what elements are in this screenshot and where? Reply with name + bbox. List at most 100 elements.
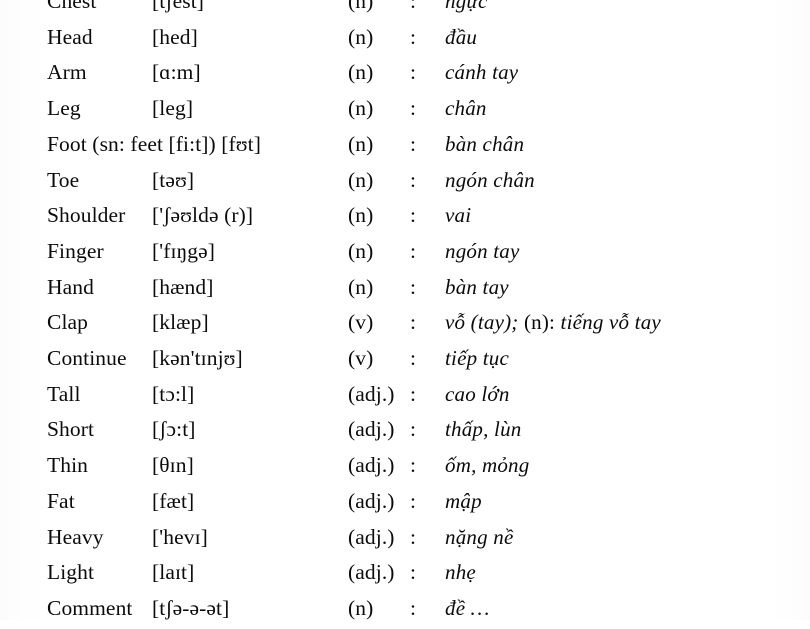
entry-translation: vỗ (tay); (n): tiếng vỗ tay — [445, 307, 661, 337]
entry-separator: : — [410, 167, 417, 192]
entry-separator: : — [410, 310, 417, 335]
entry-translation: bàn chân — [445, 131, 525, 156]
entry-word: Head — [47, 24, 93, 49]
entry-word: Shoulder — [47, 203, 126, 228]
entry-word: Tall — [47, 381, 81, 406]
entry-pronunciation: [ʃɔ:t] — [152, 417, 196, 442]
vocabulary-row: Shoulder ['ʃəʊldə (r)] (n): vai — [0, 200, 810, 236]
translation-italic-run: vỗ (tay); — [445, 310, 524, 335]
entry-word: Comment — [47, 595, 133, 620]
entry-word: Hand — [47, 274, 94, 299]
entry-pronunciation: [θɪn] — [152, 453, 194, 478]
entry-separator: : — [410, 417, 417, 442]
entry-pronunciation: [hænd] — [152, 274, 214, 299]
vocabulary-row: Hand [hænd] (n): bàn tay — [0, 272, 810, 308]
entry-word: Fat — [47, 488, 75, 513]
entry-word: Short — [47, 417, 95, 442]
entry-word: Leg — [47, 96, 81, 121]
vocabulary-row: Light [laɪt] (adj.): nhẹ — [0, 557, 810, 593]
entry-part-of-speech: (n) — [348, 24, 374, 49]
entry-separator: : — [410, 96, 417, 121]
entry-word: Chest — [47, 0, 97, 13]
entry-word: Thin — [47, 453, 89, 478]
entry-pronunciation: [tʃest] — [152, 0, 205, 13]
entry-separator: : — [410, 453, 417, 478]
vocabulary-row: Leg [leg] (n): chân — [0, 93, 810, 129]
entry-separator: : — [410, 0, 417, 13]
entry-translation: nặng nề — [445, 524, 514, 549]
entry-separator: : — [410, 60, 417, 85]
entry-pronunciation: [ɑ:m] — [152, 60, 201, 85]
entry-translation: ngón chân — [445, 167, 535, 192]
entry-word: Light — [47, 560, 95, 585]
entry-translation: cao lớn — [445, 381, 510, 406]
entry-word: Arm — [47, 60, 87, 85]
entry-part-of-speech: (adj.) — [348, 453, 395, 478]
entry-separator: : — [410, 524, 417, 549]
entry-word: Foot (sn: feet [fi:t]) [fʊt] — [47, 131, 262, 156]
vocabulary-row: Head [hed] (n): đầu — [0, 22, 810, 58]
vocabulary-row: Heavy ['hevɪ] (adj.): nặng nề — [0, 522, 810, 558]
entry-word: Heavy — [47, 524, 104, 549]
entry-part-of-speech: (n) — [348, 595, 374, 620]
entry-separator: : — [410, 595, 417, 620]
vocabulary-row: Thin [θɪn] (adj.): ốm, mỏng — [0, 450, 810, 486]
vocabulary-row: Tall [tɔ:l] (adj.): cao lớn — [0, 379, 810, 415]
entry-pronunciation: [təʊ] — [152, 167, 195, 192]
vocabulary-row: Continue [kən'tɪnjʊ] (v): tiếp tục — [0, 343, 810, 379]
entry-separator: : — [410, 381, 417, 406]
entry-translation: ngực — [445, 0, 488, 13]
entry-separator: : — [410, 24, 417, 49]
entry-part-of-speech: (n) — [348, 238, 374, 263]
vocabulary-row: Chest [tʃest] (n): ngực — [0, 0, 810, 22]
vocabulary-row: Fat [fæt] (adj.): mập — [0, 486, 810, 522]
entry-pronunciation: [tɔ:l] — [152, 381, 195, 406]
entry-part-of-speech: (n) — [348, 0, 374, 13]
vocabulary-row: Foot (sn: feet [fi:t]) [fʊt] (n): bàn chân — [0, 129, 810, 165]
entry-part-of-speech: (n) — [348, 60, 374, 85]
entry-separator: : — [410, 488, 417, 513]
entry-part-of-speech: (adj.) — [348, 488, 395, 513]
entry-pronunciation: ['hevɪ] — [152, 524, 208, 549]
vocabulary-row: Short [ʃɔ:t] (adj.): thấp, lùn — [0, 414, 810, 450]
entry-translation: chân — [445, 96, 487, 121]
entry-translation: cánh tay — [445, 60, 519, 85]
entry-separator: : — [410, 346, 417, 370]
vocabulary-row: Arm [ɑ:m] (n): cánh tay — [0, 57, 810, 93]
vocabulary-row: Finger ['fɪŋgə] (n): ngón tay — [0, 236, 810, 272]
entry-translation: tiếp tục — [445, 346, 509, 370]
entry-part-of-speech: (adj.) — [348, 381, 395, 406]
entry-pronunciation: [klæp] — [152, 310, 209, 335]
entry-translation: vai — [445, 203, 472, 228]
entry-word: Continue — [47, 346, 127, 370]
entry-pronunciation: [fæt] — [152, 488, 195, 513]
entry-separator: : — [410, 560, 417, 585]
entry-part-of-speech: (adj.) — [348, 417, 395, 442]
entry-part-of-speech: (n) — [348, 96, 374, 121]
entry-pronunciation: [leg] — [152, 96, 194, 121]
entry-translation: đầu — [445, 24, 478, 49]
entry-translation: ốm, mỏng — [445, 453, 530, 478]
entry-pronunciation: [hed] — [152, 24, 198, 49]
entry-separator: : — [410, 131, 417, 156]
entry-word: Finger — [47, 238, 104, 263]
vocabulary-row: Clap [klæp] (v): vỗ (tay); (n): tiếng vỗ ta… — [0, 307, 810, 343]
scanned-page: Chest [tʃest] (n): ngực Head [hed] (n): đầu Arm [… — [0, 0, 810, 620]
entry-separator: : — [410, 238, 417, 263]
entry-pronunciation: ['ʃəʊldə (r)] — [152, 203, 254, 228]
entry-part-of-speech: (adj.) — [348, 560, 395, 585]
entry-part-of-speech: (n) — [348, 131, 374, 156]
entry-translation: đề … — [445, 595, 490, 620]
entry-part-of-speech: (v) — [348, 346, 374, 370]
translation-upright-run: (n): — [523, 310, 556, 335]
entry-pronunciation: [laɪt] — [152, 560, 195, 585]
entry-translation: thấp, lùn — [445, 417, 522, 442]
entry-pronunciation: [tʃə-ə-ət] — [152, 595, 230, 620]
entry-word: Toe — [47, 167, 80, 192]
entry-separator: : — [410, 274, 417, 299]
entry-word: Clap — [47, 310, 89, 335]
entry-part-of-speech: (v) — [348, 310, 374, 335]
entry-part-of-speech: (n) — [348, 274, 374, 299]
entry-translation: mập — [445, 488, 482, 513]
entry-translation: nhẹ — [445, 560, 476, 585]
